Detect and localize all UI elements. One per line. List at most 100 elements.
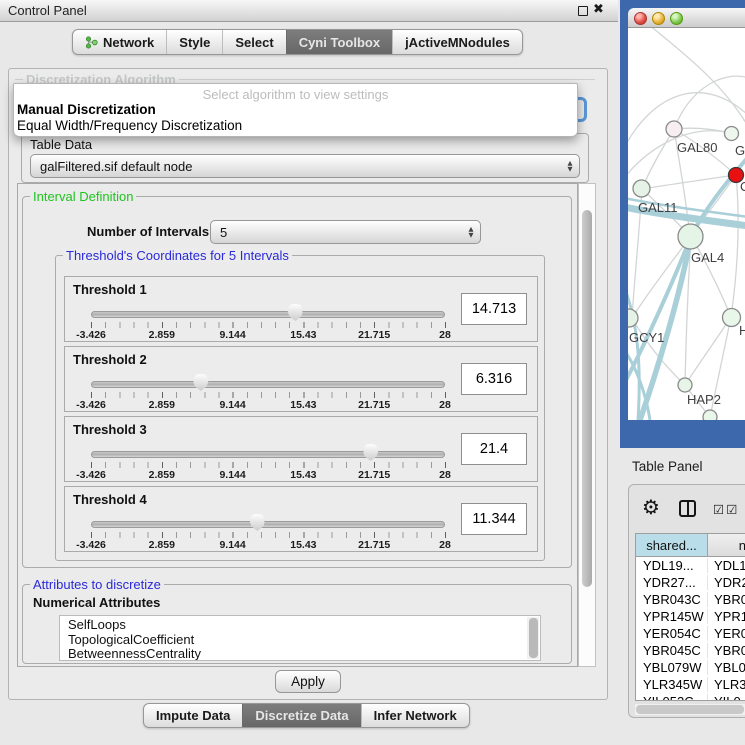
top-tab-bar: Network Style Select Cyni Toolbox jActiv… [72, 29, 523, 55]
table-row[interactable]: YDR27...YDR2 [636, 574, 745, 591]
threshold-2-slider[interactable]: -3.4262.8599.14415.4321.71528 [91, 377, 449, 411]
table-panel-title: Table Panel [632, 459, 703, 474]
network-node-label: GAL4 [691, 250, 724, 265]
slider-track[interactable] [91, 381, 445, 388]
tab-infer-network[interactable]: Infer Network [361, 704, 469, 727]
table-horizontal-scrollbar[interactable] [635, 704, 745, 715]
threshold-3-value-field[interactable] [461, 433, 527, 465]
network-node[interactable] [678, 378, 692, 392]
threshold-2-value-field[interactable] [461, 363, 527, 395]
table-cell: YPR1 [708, 609, 745, 624]
algorithm-popup-hint: Select algorithm to view settings [14, 87, 577, 102]
slider-tick-label: -3.426 [76, 469, 106, 481]
checkbox-columns-icon[interactable]: ☑☑ [713, 502, 739, 517]
slider-tick-label: 15.43 [290, 399, 316, 411]
network-node-label: H [739, 323, 745, 338]
table-cell: YPR145W [636, 609, 708, 624]
float-window-icon[interactable] [578, 6, 588, 16]
tab-cyni-toolbox-label: Cyni Toolbox [299, 35, 380, 50]
network-node[interactable] [703, 410, 717, 420]
thresholds-group-title: Threshold's Coordinates for 5 Intervals [63, 248, 292, 263]
network-node[interactable] [633, 180, 650, 197]
tab-select[interactable]: Select [222, 30, 285, 54]
table-data-combo[interactable]: galFiltered.sif default node ▲▼ [30, 154, 580, 178]
threshold-1-slider[interactable]: -3.4262.8599.14415.4321.71528 [91, 307, 449, 341]
slider-thumb[interactable] [250, 514, 265, 531]
apply-button[interactable]: Apply [275, 670, 341, 693]
table-cell: YER054C [636, 626, 708, 641]
slider-tick-labels: -3.4262.8599.14415.4321.71528 [91, 469, 445, 481]
table-row[interactable]: YPR145WYPR1 [636, 608, 745, 625]
slider-thumb[interactable] [363, 444, 378, 461]
interval-definition-group: Interval Definition Number of Intervals … [22, 196, 572, 568]
slider-track[interactable] [91, 451, 445, 458]
table-horizontal-scrollbar-thumb[interactable] [636, 705, 744, 714]
cyni-content-panel: Discretization Algorithm Table Data galF… [8, 68, 608, 700]
network-node-label: GCY1 [629, 330, 664, 345]
tab-impute-data[interactable]: Impute Data [144, 704, 242, 727]
network-node[interactable] [723, 309, 741, 327]
slider-tick-label: 21.715 [358, 399, 390, 411]
tab-discretize-data[interactable]: Discretize Data [242, 704, 360, 727]
tab-style[interactable]: Style [166, 30, 222, 54]
threshold-4-value-field[interactable] [461, 503, 527, 535]
slider-ticks [91, 462, 446, 468]
main-scrollbar[interactable] [578, 183, 596, 667]
split-columns-icon[interactable] [679, 500, 696, 517]
slider-tick-label: 21.715 [358, 539, 390, 551]
interval-definition-title: Interval Definition [30, 189, 136, 204]
column-header-shared-name[interactable]: shared... [636, 534, 708, 556]
table-row[interactable]: YDL19...YDL1 [636, 557, 745, 574]
threshold-4-slider[interactable]: -3.4262.8599.14415.4321.71528 [91, 517, 449, 551]
slider-track[interactable] [91, 311, 445, 318]
zoom-traffic-light-icon[interactable] [670, 12, 683, 25]
network-node[interactable] [678, 224, 703, 249]
close-icon[interactable]: ✖ [593, 2, 604, 17]
table-row[interactable]: YBL079WYBL0 [636, 659, 745, 676]
threshold-3-slider[interactable]: -3.4262.8599.14415.4321.71528 [91, 447, 449, 481]
tab-cyni-toolbox[interactable]: Cyni Toolbox [286, 30, 392, 54]
slider-track[interactable] [91, 521, 445, 528]
table-row[interactable]: YBR043CYBR0 [636, 591, 745, 608]
table-row[interactable]: YBR045CYBR0 [636, 642, 745, 659]
table-row[interactable]: YER054CYER0 [636, 625, 745, 642]
minimize-traffic-light-icon[interactable] [652, 12, 665, 25]
close-traffic-light-icon[interactable] [634, 12, 647, 25]
threshold-1-value-field[interactable] [461, 293, 527, 325]
column-header-name[interactable]: na [708, 534, 745, 556]
table-cell: YBL0 [708, 660, 745, 675]
attributes-group: Attributes to discretize Numerical Attri… [22, 584, 572, 664]
attribute-item[interactable]: SelfLoops [60, 618, 526, 633]
numerical-attributes-list[interactable]: SelfLoopsTopologicalCoefficientBetweenne… [59, 615, 541, 661]
main-scrollbar-thumb[interactable] [582, 210, 592, 587]
table-cell: YBL079W [636, 660, 708, 675]
list-scrollbar-thumb[interactable] [529, 618, 538, 658]
number-of-intervals-combo[interactable]: 5 ▲▼ [210, 220, 481, 244]
attribute-item[interactable]: BetweennessCentrality [60, 647, 526, 661]
table-cell: YBR045C [636, 643, 708, 658]
slider-tick-label: 21.715 [358, 329, 390, 341]
attribute-item[interactable]: TopologicalCoefficient [60, 633, 526, 648]
algorithm-option-manual[interactable]: Manual Discretization [14, 102, 577, 118]
table-row[interactable]: YLR345WYLR3 [636, 676, 745, 693]
tab-impute-data-label: Impute Data [156, 708, 230, 723]
table-cell: YDR27... [636, 575, 708, 590]
table-row[interactable]: YIL052CYIL0 [636, 693, 745, 701]
slider-thumb[interactable] [288, 304, 303, 321]
table-cell: YIL0 [708, 694, 745, 701]
table-cell: YBR0 [708, 643, 745, 658]
slider-ticks [91, 532, 446, 538]
slider-thumb[interactable] [193, 374, 208, 391]
tab-jactivemnodules[interactable]: jActiveMNodules [392, 30, 522, 54]
gear-icon[interactable]: ⚙ [642, 497, 660, 517]
list-scrollbar[interactable] [527, 617, 539, 659]
tab-network[interactable]: Network [73, 30, 166, 54]
bottom-tab-bar: Impute Data Discretize Data Infer Networ… [143, 703, 470, 728]
slider-tick-label: 28 [439, 329, 451, 341]
network-node[interactable] [725, 127, 739, 141]
network-node[interactable] [666, 121, 682, 137]
algorithm-option-equal-width[interactable]: Equal Width/Frequency Discretization [14, 118, 577, 134]
node-table-body: YDL19...YDL1YDR27...YDR2YBR043CYBR0YPR14… [636, 557, 745, 701]
threshold-3-label: Threshold 3 [73, 422, 147, 437]
network-canvas[interactable]: GAL80GACGAL11GAL4GCY1HHAP2 [628, 28, 745, 420]
